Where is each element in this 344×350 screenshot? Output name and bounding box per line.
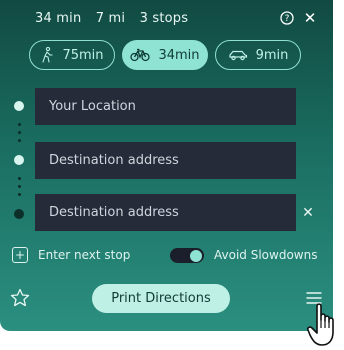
mode-bike-label: 34min	[158, 47, 200, 63]
toggle-knob	[190, 249, 202, 262]
origin-marker	[14, 101, 24, 111]
mode-walk-label: 75min	[62, 47, 104, 63]
car-icon	[228, 50, 247, 61]
mode-car-button[interactable]: 9min	[215, 40, 301, 70]
waypoint-marker	[14, 155, 24, 165]
route-summary: 34 min 7 mi 3 stops	[35, 11, 198, 26]
avoid-slowdowns-toggle[interactable]	[170, 248, 204, 263]
mode-bike-button[interactable]: 34min	[122, 40, 208, 70]
star-icon[interactable]	[10, 288, 30, 308]
route-stops: 3 stops	[139, 11, 189, 26]
remove-stop-icon[interactable]: ✕	[301, 205, 315, 221]
bike-icon	[130, 48, 151, 62]
print-directions-button[interactable]: Print Directions	[92, 284, 230, 313]
destination-marker	[14, 209, 24, 219]
destination-input[interactable]: Destination address	[35, 142, 296, 179]
svg-text:?: ?	[285, 14, 290, 24]
route-connector	[18, 177, 21, 180]
avoid-slowdowns-label: Avoid Slowdowns	[214, 248, 318, 262]
help-icon[interactable]: ?	[280, 11, 294, 25]
route-connector	[18, 131, 21, 134]
plus-icon: +	[12, 247, 28, 263]
route-connector	[18, 139, 21, 142]
hand-cursor-icon	[307, 303, 334, 346]
route-connector	[18, 185, 21, 188]
directions-panel: 34 min 7 mi 3 stops ? ✕ 75min 34min 9min	[0, 0, 333, 331]
walk-icon	[42, 47, 54, 63]
add-stop-button[interactable]: + Enter next stop	[12, 247, 130, 263]
route-connector	[18, 123, 21, 126]
close-icon[interactable]: ✕	[303, 9, 317, 27]
mode-walk-button[interactable]: 75min	[29, 40, 115, 70]
add-stop-label: Enter next stop	[38, 248, 131, 262]
route-connector	[18, 193, 21, 196]
route-distance: 7 mi	[95, 11, 126, 26]
destination-input[interactable]: Destination address	[35, 194, 296, 231]
mode-car-label: 9min	[255, 47, 289, 63]
origin-input[interactable]: Your Location	[35, 88, 296, 125]
route-duration: 34 min	[35, 11, 82, 26]
